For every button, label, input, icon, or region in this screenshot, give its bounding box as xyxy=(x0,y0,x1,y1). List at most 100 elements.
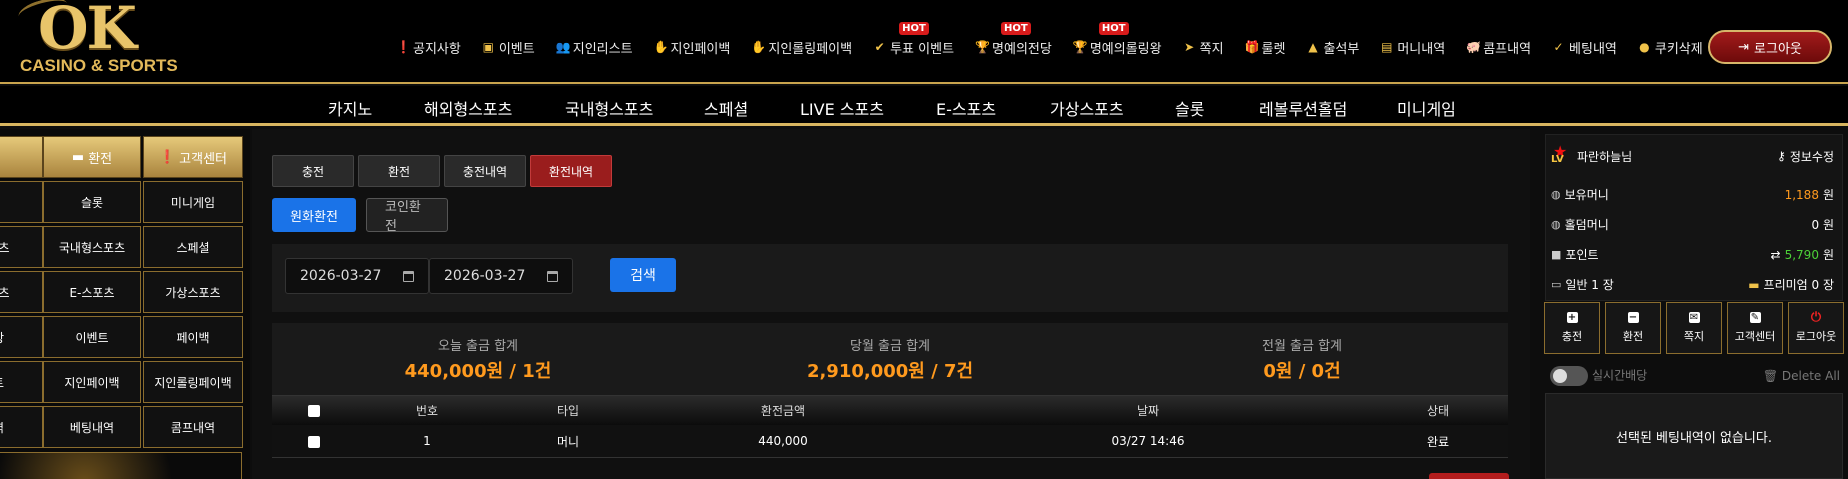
top-nav-label: 쿠키삭제 xyxy=(1654,41,1703,57)
left-menu-item[interactable]: 지인롤링페이백 xyxy=(143,361,243,403)
top-nav-item[interactable]: 🎁 룰렛 xyxy=(1245,38,1286,57)
calendar-icon[interactable] xyxy=(547,270,558,282)
top-nav-item[interactable]: ▲ 출석부 xyxy=(1306,38,1359,57)
calendar-check-icon: ▣ xyxy=(482,39,495,54)
realtime-toggle[interactable]: 실시간배당 xyxy=(1550,366,1647,386)
left-menu-item[interactable]: 스페셜 xyxy=(143,226,243,268)
users-icon: 👥 xyxy=(555,39,571,54)
main-nav-item[interactable]: 해외형스포츠 xyxy=(424,96,512,120)
user-action-support-button[interactable]: ✎ 고객센터 xyxy=(1727,302,1783,354)
select-all-checkbox[interactable] xyxy=(308,405,320,417)
premium-ticket-icon: ▬ xyxy=(1748,277,1760,292)
top-nav-item[interactable]: ▤ 머니내역 xyxy=(1380,38,1445,57)
left-menu-item[interactable]: 미니게임 xyxy=(143,181,243,223)
left-menu-item[interactable]: 노 xyxy=(0,181,43,223)
tab-withdraw[interactable]: 환전 xyxy=(358,155,440,187)
left-head-button[interactable]: ❗ 고객센터 xyxy=(143,136,243,178)
main-nav-item[interactable]: LIVE 스포츠 xyxy=(800,96,884,120)
col-amount: 환전금액 xyxy=(760,404,806,418)
left-menu-item[interactable]: 스포츠 xyxy=(0,226,43,268)
left-menu-item[interactable]: 사항 xyxy=(0,316,43,358)
envelope-icon: ✉ xyxy=(1688,312,1700,323)
left-menu-item[interactable]: 내역 xyxy=(0,406,43,448)
date-from-value: 2026-03-27 xyxy=(300,268,382,284)
site-logo[interactable]: OK CASINO & SPORTS xyxy=(16,0,188,80)
user-panel: ★ LV 파란하늘님 ⚷ 정보수정 ◍ 보유머니 1,188 원 ◍ 홀덤머니 0 원 xyxy=(1540,129,1848,479)
main-nav-item[interactable]: 카지노 xyxy=(328,96,372,120)
tab-deposit-history[interactable]: 충전내역 xyxy=(444,155,526,187)
edit-profile-link[interactable]: ⚷ 정보수정 xyxy=(1777,148,1834,165)
left-menu-item[interactable]: 스트 xyxy=(0,361,43,403)
user-action-message-button[interactable]: ✉ 쪽지 xyxy=(1666,302,1722,354)
premium-label: 프리미엄 0 장 xyxy=(1763,278,1834,292)
left-menu-item[interactable]: 베팅내역 xyxy=(43,406,141,448)
left-head-button[interactable]: ▬ 환전 xyxy=(43,136,141,178)
coins-icon: ◍ xyxy=(1551,188,1561,201)
top-nav-item[interactable]: 👥 지인리스트 xyxy=(556,38,633,57)
left-menu-item[interactable]: 이벤트 xyxy=(43,316,141,358)
main-nav-item[interactable]: 가상스포츠 xyxy=(1050,96,1124,120)
user-action-label: 고객센터 xyxy=(1734,330,1776,343)
search-button[interactable]: 검색 xyxy=(610,258,676,292)
main-nav-item[interactable]: 스페셜 xyxy=(704,96,748,120)
main-nav-item[interactable]: 레볼루션홀덤 xyxy=(1259,96,1347,120)
left-menu-item[interactable]: 가상스포츠 xyxy=(143,271,243,313)
main-nav-item[interactable]: 미니게임 xyxy=(1397,96,1456,120)
ticket-row: ▭ 일반 1 장 ▬ 프리미엄 0 장 xyxy=(1551,276,1834,293)
ticket-label: 일반 1 장 xyxy=(1565,278,1614,292)
coins-icon: ◍ xyxy=(1551,218,1561,231)
delete-all-button[interactable]: 🗑 Delete All xyxy=(1763,369,1840,383)
top-nav-item[interactable]: 🏆 명예의롤링왕 HOT xyxy=(1073,21,1162,57)
top-nav-label: 베팅내역 xyxy=(1569,41,1617,57)
exchange-icon[interactable]: ⇄ xyxy=(1771,248,1781,262)
tab-coin-withdraw[interactable]: 코인환전 xyxy=(366,198,448,234)
left-menu-item[interactable]: 콤프내역 xyxy=(143,406,243,448)
main-nav-item[interactable]: E-스포츠 xyxy=(936,96,996,120)
summary-label: 당월 출금 합계 xyxy=(849,339,931,354)
top-nav-item[interactable]: ● 쿠키삭제 xyxy=(1638,38,1703,57)
left-menu-item[interactable]: 지인페이백 xyxy=(43,361,141,403)
user-action-withdraw-button[interactable]: − 환전 xyxy=(1605,302,1661,354)
date-from-input[interactable]: 2026-03-27 xyxy=(285,258,429,294)
tab-krw-withdraw[interactable]: 원화환전 xyxy=(272,198,356,232)
left-promo-banner[interactable] xyxy=(0,452,242,479)
left-menu-item[interactable]: E-스포츠 xyxy=(43,271,141,313)
summary-label: 전월 출금 합계 xyxy=(1261,339,1343,354)
top-nav-item[interactable]: ✋ 지인롤링페이백 xyxy=(751,38,852,57)
top-nav-item[interactable]: ✓ 베팅내역 xyxy=(1552,38,1617,57)
top-nav-item[interactable]: ➤ 쪽지 xyxy=(1183,38,1223,57)
top-header: OK CASINO & SPORTS ❗ 공지사항 ▣ 이벤트 👥 지인리스트 ✋ 지인페이백… xyxy=(0,0,1848,84)
realtime-row: 실시간배당 🗑 Delete All xyxy=(1550,366,1840,386)
withdraw-summary: 오늘 출금 합계 440,000원 / 1건 당월 출금 합계 2,910,000원 … xyxy=(272,323,1508,395)
top-nav-item[interactable]: ❗ 공지사항 xyxy=(396,38,461,57)
main-nav-item[interactable]: 국내형스포츠 xyxy=(565,96,653,120)
delete-button-partial[interactable] xyxy=(1429,473,1509,479)
top-nav-item[interactable]: ✋ 지인페이백 xyxy=(654,38,731,57)
user-action-label: 쪽지 xyxy=(1683,330,1705,343)
col-number: 번호 xyxy=(415,404,439,418)
left-head-button[interactable]: 전 xyxy=(0,136,43,178)
date-to-input[interactable]: 2026-03-27 xyxy=(429,258,573,294)
check-icon: ✓ xyxy=(1553,39,1564,54)
main-nav-item[interactable]: 슬롯 xyxy=(1175,96,1204,120)
logout-button-top[interactable]: ⇥ 로그아웃 xyxy=(1708,30,1832,64)
left-menu-item[interactable]: 페이백 xyxy=(143,316,243,358)
row-checkbox[interactable] xyxy=(308,435,320,448)
top-nav-item[interactable]: 🐖 콤프내역 xyxy=(1466,38,1531,57)
user-action-label: 환전 xyxy=(1622,330,1644,343)
point-label: 포인트 xyxy=(1565,248,1599,262)
left-menu-item[interactable]: 국내형스포츠 xyxy=(43,226,141,268)
key-icon: ⚷ xyxy=(1777,149,1786,163)
left-menu-item[interactable]: 스포츠 xyxy=(0,271,43,313)
top-nav-item[interactable]: ▣ 이벤트 xyxy=(482,38,535,57)
tab-withdraw-history[interactable]: 환전내역 xyxy=(530,155,612,187)
left-menu-item[interactable]: 슬롯 xyxy=(43,181,141,223)
calendar-icon[interactable] xyxy=(403,270,414,282)
user-action-deposit-button[interactable]: + 충전 xyxy=(1544,302,1600,354)
logo-main-text: OK xyxy=(38,0,137,62)
tab-deposit[interactable]: 충전 xyxy=(272,155,354,187)
top-nav-item[interactable]: ✔ 투표 이벤트 HOT xyxy=(873,21,954,57)
top-nav-item[interactable]: 🏆 명예의전당 HOT xyxy=(975,21,1052,57)
toggle-switch[interactable] xyxy=(1550,366,1588,386)
user-action-logout-button[interactable]: ⏻ 로그아웃 xyxy=(1788,302,1844,354)
